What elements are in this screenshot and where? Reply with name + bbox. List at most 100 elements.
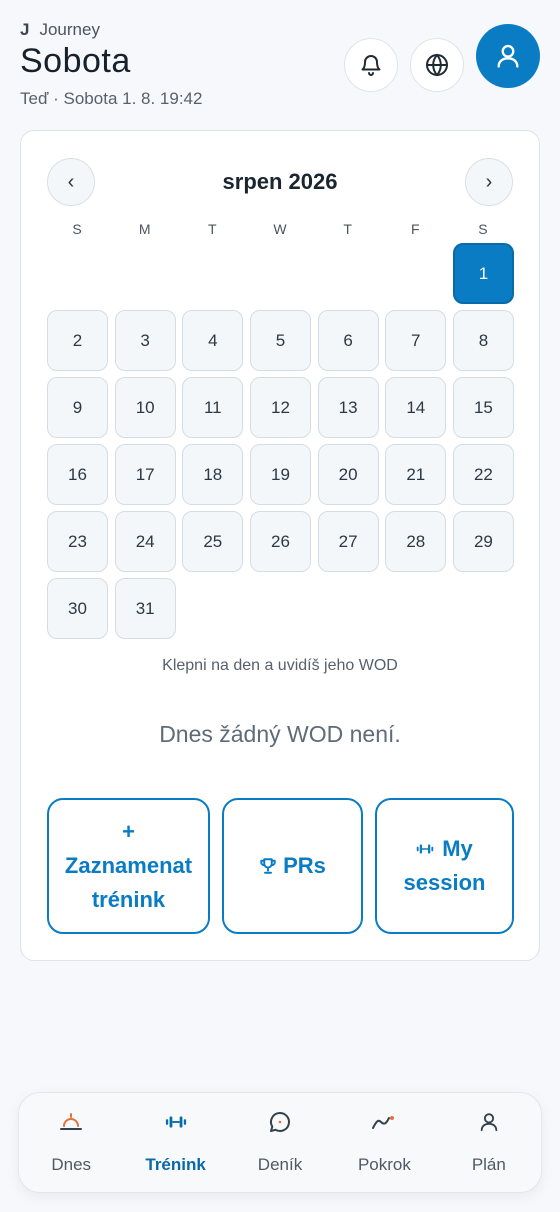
prs-button[interactable]: PRs	[222, 798, 363, 934]
tab-label: Trénink	[145, 1155, 206, 1174]
calendar-day[interactable]: 24	[114, 511, 176, 572]
calendar-day[interactable]: 28	[385, 511, 447, 572]
trend-icon	[371, 1109, 397, 1135]
calendar-day[interactable]: 27	[317, 511, 379, 572]
calendar-header: ‹ srpen 2026 ›	[47, 158, 513, 206]
weekday-label: T	[208, 221, 218, 237]
calendar-empty-cell	[115, 243, 176, 304]
brand-name: Journey	[39, 20, 100, 39]
calendar-week: 9 10 11 12 13 14 15	[47, 377, 514, 438]
calendar-day[interactable]: 21	[385, 444, 447, 505]
weekday-label: S	[478, 221, 489, 237]
weekday-header: S M T W T F S	[47, 221, 514, 237]
calendar-day[interactable]: 7	[385, 310, 447, 371]
page-subtitle: Teď · Sobota 1. 8. 19:42	[20, 89, 203, 108]
calendar-day[interactable]: 13	[317, 377, 379, 438]
calendar-day[interactable]: 30	[47, 578, 108, 639]
calendar-empty-cell	[318, 243, 379, 304]
calendar-day[interactable]: 31	[114, 578, 176, 639]
tab-dnes[interactable]: Dnes	[19, 1093, 123, 1192]
calendar-day[interactable]: 18	[182, 444, 244, 505]
bell-icon	[361, 55, 381, 76]
calendar-empty-cell	[453, 578, 514, 639]
next-month-button[interactable]: ›	[465, 158, 513, 206]
calendar-day[interactable]: 26	[249, 511, 311, 572]
my-session-label-1: My	[442, 836, 473, 861]
tab-label: Deník	[257, 1155, 303, 1174]
calendar-week: 2345678	[47, 310, 514, 371]
calendar-empty-cell	[250, 578, 311, 639]
language-button[interactable]	[410, 38, 464, 92]
calendar-day[interactable]: 20	[317, 444, 379, 505]
calendar-empty-cell	[385, 578, 446, 639]
header-actions	[344, 24, 540, 92]
calendar-day[interactable]: 12	[249, 377, 311, 438]
calendar-empty-cell	[182, 243, 243, 304]
globe-icon	[426, 53, 448, 77]
calendar-card: ‹ srpen 2026 › S M T W T F S 1 2 3 4 5 6 7 8 9 10…	[20, 130, 540, 961]
calendar-day[interactable]: 15	[452, 377, 514, 438]
calendar-empty-cell	[250, 243, 311, 304]
calendar-day[interactable]: 3	[114, 310, 176, 371]
calendar-day[interactable]: 17	[114, 444, 176, 505]
calendar-day[interactable]: 5	[249, 310, 311, 371]
page-header: J Journey Sobota Teď · Sobota 1. 8. 19:4…	[20, 20, 540, 120]
calendar-day[interactable]: 6	[317, 310, 379, 371]
log-training-label-1: Zaznamenat	[64, 853, 193, 878]
calendar-empty-cell	[385, 243, 446, 304]
tab-denik[interactable]: Deník	[228, 1093, 332, 1192]
my-session-label-2: session	[403, 870, 486, 895]
sunrise-icon	[58, 1109, 84, 1135]
calendar-empty-cell	[47, 243, 108, 304]
calendar-day[interactable]: 19	[249, 444, 311, 505]
weekday-label: W	[273, 221, 288, 237]
dumbbell-icon	[416, 844, 434, 854]
calendar-day[interactable]: 23	[47, 511, 108, 572]
calendar-day[interactable]: 9	[47, 377, 108, 438]
calendar-day[interactable]: 10	[114, 377, 176, 438]
calendar-grid: 1 2 3 4 5 6 7 8 9 10 11 12 13 14 15 16 17 18 19 20 21 22 23 24 2…	[47, 243, 514, 645]
calendar-empty-cell	[318, 578, 379, 639]
calendar-day[interactable]: 11	[182, 377, 244, 438]
chat-icon	[268, 1109, 292, 1135]
tab-plan[interactable]: Plán	[437, 1093, 541, 1192]
brand-logo-icon: J	[20, 20, 30, 39]
plus-icon: +	[122, 819, 135, 844]
calendar-week: 16 17 18 19 20 21 22	[47, 444, 514, 505]
calendar-week: 30 31	[47, 578, 514, 639]
brand: J Journey	[20, 20, 540, 40]
tab-pokrok[interactable]: Pokrok	[332, 1093, 436, 1192]
chevron-right-icon: ›	[485, 170, 493, 193]
month-label: srpen 2026	[222, 169, 338, 194]
trophy-icon	[260, 858, 276, 874]
dumbbell-icon	[165, 1109, 187, 1135]
log-training-button[interactable]: + Zaznamenat trénink	[47, 798, 210, 934]
weekday-label: T	[343, 221, 353, 237]
tab-trenink[interactable]: Trénink	[123, 1093, 227, 1192]
calendar-empty-cell	[182, 578, 243, 639]
weekday-label: M	[138, 221, 152, 237]
calendar-day[interactable]: 29	[452, 511, 514, 572]
calendar-week: 23 24 25 26 27 28 29	[47, 511, 514, 572]
bottom-tab-bar: Dnes Trénink Deník Pokrok Plán	[18, 1092, 542, 1193]
calendar-day[interactable]: 25	[182, 511, 244, 572]
my-session-button[interactable]: My session	[375, 798, 514, 934]
no-wod-message: Dnes žádný WOD není.	[159, 721, 401, 747]
weekday-label: F	[411, 221, 421, 237]
calendar-day[interactable]: 2	[47, 310, 108, 371]
tab-label: Dnes	[51, 1155, 92, 1174]
calendar-day[interactable]: 4	[182, 310, 244, 371]
user-icon	[497, 44, 519, 68]
prs-label: PRs	[283, 853, 326, 878]
calendar-day[interactable]: 16	[47, 444, 108, 505]
user-icon	[478, 1109, 500, 1135]
quick-actions: + Zaznamenat trénink PRs My session	[47, 798, 514, 934]
calendar-day[interactable]: 8	[452, 310, 514, 371]
calendar-day[interactable]: 14	[385, 377, 447, 438]
tab-label: Plán	[471, 1155, 506, 1174]
calendar-day[interactable]: 22	[452, 444, 514, 505]
profile-button[interactable]	[476, 24, 540, 88]
tab-label: Pokrok	[357, 1155, 411, 1174]
calendar-day-selected[interactable]: 1	[452, 243, 514, 304]
notifications-button[interactable]	[344, 38, 398, 92]
